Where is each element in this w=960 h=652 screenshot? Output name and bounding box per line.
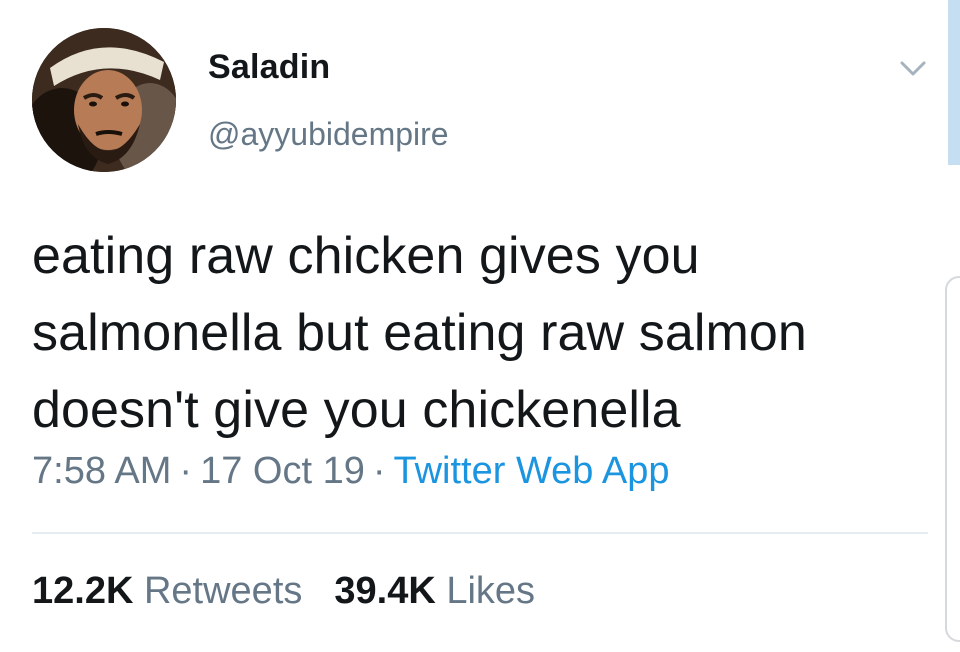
avatar[interactable] <box>32 28 176 172</box>
author-display-name[interactable]: Saladin <box>208 48 330 87</box>
retweets-label: Retweets <box>143 570 303 612</box>
tweet-metadata: 7:58 AM · 17 Oct 19 · Twitter Web App <box>32 450 669 493</box>
retweets-stat[interactable]: 12.2K Retweets <box>32 570 302 612</box>
tweet-stats: 12.2K Retweets 39.4K Likes <box>32 570 535 613</box>
likes-stat[interactable]: 39.4K Likes <box>334 570 535 612</box>
chevron-down-icon[interactable] <box>893 54 933 82</box>
scroll-indicator <box>948 0 960 165</box>
tweet-source-link[interactable]: Twitter Web App <box>394 450 670 492</box>
meta-separator: · <box>179 450 193 492</box>
tweet-time: 7:58 AM <box>32 450 172 492</box>
likes-label: Likes <box>446 570 536 612</box>
divider <box>32 532 928 534</box>
retweets-count: 12.2K <box>32 570 134 612</box>
author-handle[interactable]: @ayyubidempire <box>208 116 449 153</box>
avatar-image <box>32 28 176 172</box>
tweet-text: eating raw chicken gives you salmonella … <box>32 227 807 439</box>
side-panel-edge <box>945 276 960 642</box>
meta-separator: · <box>372 450 386 492</box>
likes-count: 39.4K <box>334 570 436 612</box>
tweet-date: 17 Oct 19 <box>200 450 365 492</box>
